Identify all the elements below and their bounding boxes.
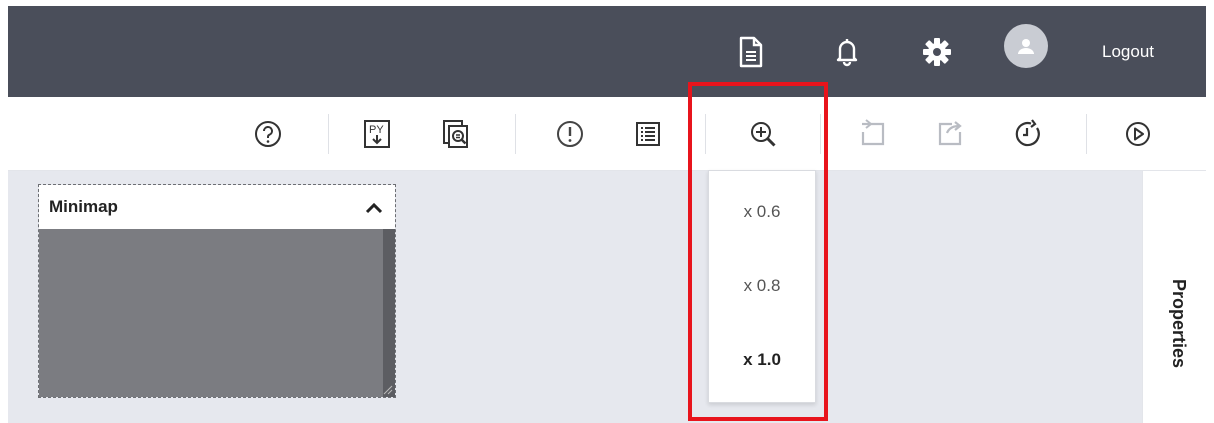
toolbar-separator [328,114,329,154]
gear-icon[interactable] [912,6,962,97]
toolbar-separator [515,114,516,154]
history-icon[interactable] [1006,97,1050,170]
zoom-dropdown-menu: x 0.6 x 0.8 x 1.0 [708,170,816,403]
help-icon[interactable] [246,97,290,170]
zoom-option-0-8[interactable]: x 0.8 [709,266,815,306]
list-icon[interactable] [626,97,670,170]
toolbar: PY [8,97,1206,171]
top-header-bar: Logout [8,6,1206,97]
logout-link[interactable]: Logout [1102,6,1154,97]
py-icon-text: PY [369,124,384,136]
download-py-icon[interactable]: PY [355,97,399,170]
zoom-option-1-0[interactable]: x 1.0 [709,340,815,380]
redo-icon[interactable] [928,97,972,170]
resize-grip-icon[interactable] [381,383,393,395]
minimap-panel: Minimap [38,184,396,398]
properties-panel[interactable]: Properties [1142,171,1207,423]
chevron-up-icon[interactable] [363,197,385,219]
toolbar-separator [820,114,821,154]
preview-icon[interactable] [434,97,478,170]
bell-icon[interactable] [822,6,872,97]
minimap-header: Minimap [39,185,395,229]
minimap-title: Minimap [49,197,118,216]
minimap-scrollbar[interactable] [383,229,395,397]
user-avatar-icon[interactable] [1004,24,1048,68]
toolbar-separator [1086,114,1087,154]
minimap-viewport[interactable] [39,229,395,397]
properties-label[interactable]: Properties [1168,279,1189,368]
zoom-icon[interactable] [741,97,785,170]
document-icon[interactable] [726,6,776,97]
undo-icon[interactable] [851,97,895,170]
run-icon[interactable] [1116,97,1160,170]
warning-icon[interactable] [548,97,592,170]
toolbar-separator [705,114,706,154]
zoom-option-0-6[interactable]: x 0.6 [709,192,815,232]
